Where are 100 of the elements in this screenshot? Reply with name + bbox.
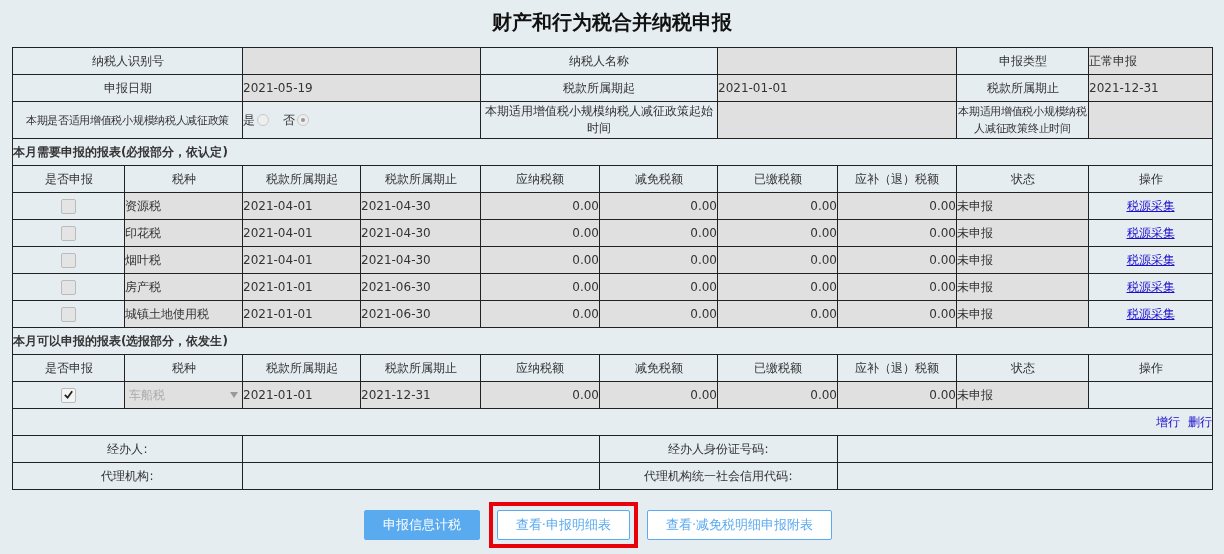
table-cell: 2021-04-30	[360, 219, 481, 247]
column-header: 状态	[956, 165, 1089, 193]
table-cell: 2021-04-01	[242, 192, 361, 220]
table-cell: 0.00	[837, 381, 957, 409]
column-header: 税种	[124, 354, 243, 382]
column-header: 税款所属期止	[360, 354, 481, 382]
field-label: 本期是否适用增值税小规模纳税人减征政策	[12, 101, 243, 139]
field-label: 经办人身份证号码:	[599, 435, 838, 463]
table-cell: 2021-04-01	[242, 219, 361, 247]
table-cell: 0.00	[837, 273, 957, 301]
column-header: 是否申报	[12, 165, 125, 193]
page-title: 财产和行为税合并纳税申报	[491, 9, 733, 36]
table-cell: 未申报	[956, 381, 1089, 409]
checkbox[interactable]	[61, 225, 76, 241]
dropdown-arrow-icon	[230, 392, 238, 398]
column-header: 减免税额	[599, 354, 718, 382]
table-cell: 0.00	[480, 273, 600, 301]
table-cell: 未申报	[956, 192, 1089, 220]
table-cell: 0.00	[599, 192, 718, 220]
table-cell: 0.00	[599, 219, 718, 247]
field-label: 本期适用增值税小规模纳税人减征政策终止时间	[956, 101, 1089, 139]
table-cell: 资源税	[124, 192, 243, 220]
column-header: 应补（退）税额	[837, 354, 957, 382]
table-cell: 0.00	[837, 219, 957, 247]
field-value: 2021-12-31	[1088, 74, 1213, 102]
checkbox[interactable]	[61, 252, 76, 268]
column-header: 操作	[1088, 354, 1213, 382]
field-label: 税款所属期止	[956, 74, 1089, 102]
table-cell: 未申报	[956, 246, 1089, 274]
table-cell: 0.00	[717, 273, 838, 301]
table-cell: 0.00	[717, 246, 838, 274]
table-cell: 0.00	[717, 219, 838, 247]
table-cell: 未申报	[956, 300, 1089, 328]
row-action-link[interactable]: 删行	[1188, 414, 1212, 429]
table-cell: 0.00	[599, 381, 718, 409]
table-cell: 0.00	[480, 192, 600, 220]
table-cell: 0.00	[480, 219, 600, 247]
field-label: 纳税人名称	[480, 47, 718, 75]
column-header: 已缴税额	[717, 354, 838, 382]
table-cell: 城镇土地使用税	[124, 300, 243, 328]
column-header: 应纳税额	[480, 354, 600, 382]
table-cell: 0.00	[837, 246, 957, 274]
table-cell: 0.00	[717, 381, 838, 409]
table-cell: 2021-12-31	[360, 381, 481, 409]
checkbox[interactable]	[61, 387, 76, 403]
table-cell: 未申报	[956, 273, 1089, 301]
table-cell: 未申报	[956, 219, 1089, 247]
field-label: 本期适用增值税小规模纳税人减征政策起始时间	[480, 101, 718, 139]
table-cell: 0.00	[599, 300, 718, 328]
radio-button[interactable]	[297, 114, 309, 126]
table-cell: 0.00	[837, 300, 957, 328]
field-label: 纳税人识别号	[12, 47, 243, 75]
radio-label: 是	[243, 111, 255, 129]
field-value: 正常申报	[1088, 47, 1213, 75]
column-header: 是否申报	[12, 354, 125, 382]
row-action-link[interactable]: 增行	[1156, 414, 1180, 429]
checkbox[interactable]	[61, 306, 76, 322]
table-cell: 房产税	[124, 273, 243, 301]
table-cell: 2021-01-01	[242, 300, 361, 328]
column-header: 应补（退）税额	[837, 165, 957, 193]
column-header: 税款所属期止	[360, 165, 481, 193]
table-cell: 2021-04-30	[360, 192, 481, 220]
field-label: 代理机构:	[12, 462, 243, 490]
column-header: 税种	[124, 165, 243, 193]
table-cell: 2021-04-30	[360, 246, 481, 274]
table-cell: 2021-04-01	[242, 246, 361, 274]
checkbox[interactable]	[61, 198, 76, 214]
column-header: 税款所属期起	[242, 165, 361, 193]
table-cell: 印花税	[124, 219, 243, 247]
table-cell: 0.00	[480, 246, 600, 274]
field-value: 2021-05-19	[242, 74, 481, 102]
radio-label: 否	[283, 111, 295, 129]
field-value: 2021-01-01	[717, 74, 957, 102]
table-cell: 2021-06-30	[360, 273, 481, 301]
table-cell: 2021-01-01	[242, 381, 361, 409]
table-cell: 0.00	[717, 192, 838, 220]
table-cell: 0.00	[599, 273, 718, 301]
radio-button[interactable]	[257, 114, 269, 126]
table-cell: 0.00	[599, 246, 718, 274]
field-label: 经办人:	[12, 435, 243, 463]
column-header: 应纳税额	[480, 165, 600, 193]
field-label: 申报日期	[12, 74, 243, 102]
checkbox[interactable]	[61, 279, 76, 295]
column-header: 已缴税额	[717, 165, 838, 193]
section-heading: 本月可以申报的报表(选报部分，依发生)	[12, 327, 1213, 355]
table-cell: 0.00	[837, 192, 957, 220]
table-cell: 0.00	[717, 300, 838, 328]
table-cell: 0.00	[480, 300, 600, 328]
field-label: 申报类型	[956, 47, 1089, 75]
field-label: 税款所属期起	[480, 74, 718, 102]
column-header: 税款所属期起	[242, 354, 361, 382]
table-cell: 2021-01-01	[242, 273, 361, 301]
table-cell: 0.00	[480, 381, 600, 409]
column-header: 状态	[956, 354, 1089, 382]
column-header: 减免税额	[599, 165, 718, 193]
field-label: 代理机构统一社会信用代码:	[599, 462, 838, 490]
table-cell: 烟叶税	[124, 246, 243, 274]
table-cell: 2021-06-30	[360, 300, 481, 328]
column-header: 操作	[1088, 165, 1213, 193]
section-heading: 本月需要申报的报表(必报部分，依认定)	[12, 138, 1213, 166]
